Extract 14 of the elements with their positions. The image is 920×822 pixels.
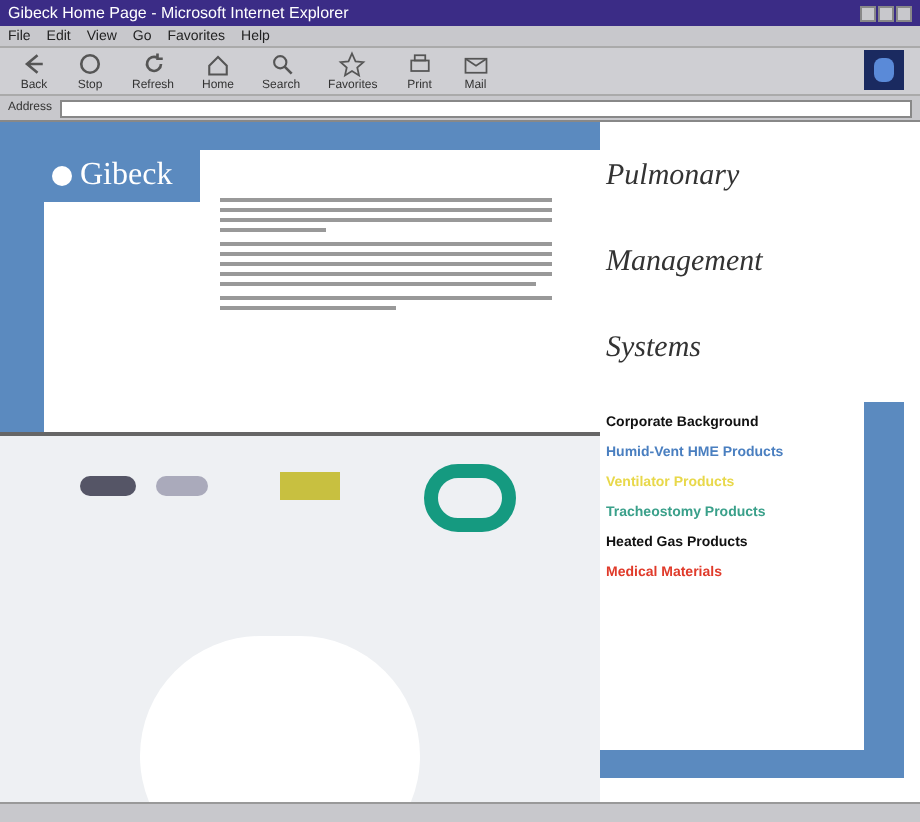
printer-icon — [405, 50, 434, 78]
address-field[interactable] — [60, 99, 912, 117]
heading-text: Management — [606, 248, 765, 278]
logo-mark-icon — [52, 166, 72, 186]
search-icon — [267, 50, 296, 78]
star-icon — [338, 50, 367, 78]
arrow-icon — [20, 50, 48, 78]
window-title: Gibeck Home Page - Microsoft Internet Explorer — [8, 5, 349, 21]
stop-icon — [76, 50, 104, 78]
heading-text: Systems — [606, 334, 703, 364]
logo-text: Gibeck — [80, 160, 173, 192]
browser-logo — [864, 50, 904, 90]
heading-text: Pulmonary — [606, 162, 742, 192]
home-icon — [204, 50, 233, 78]
